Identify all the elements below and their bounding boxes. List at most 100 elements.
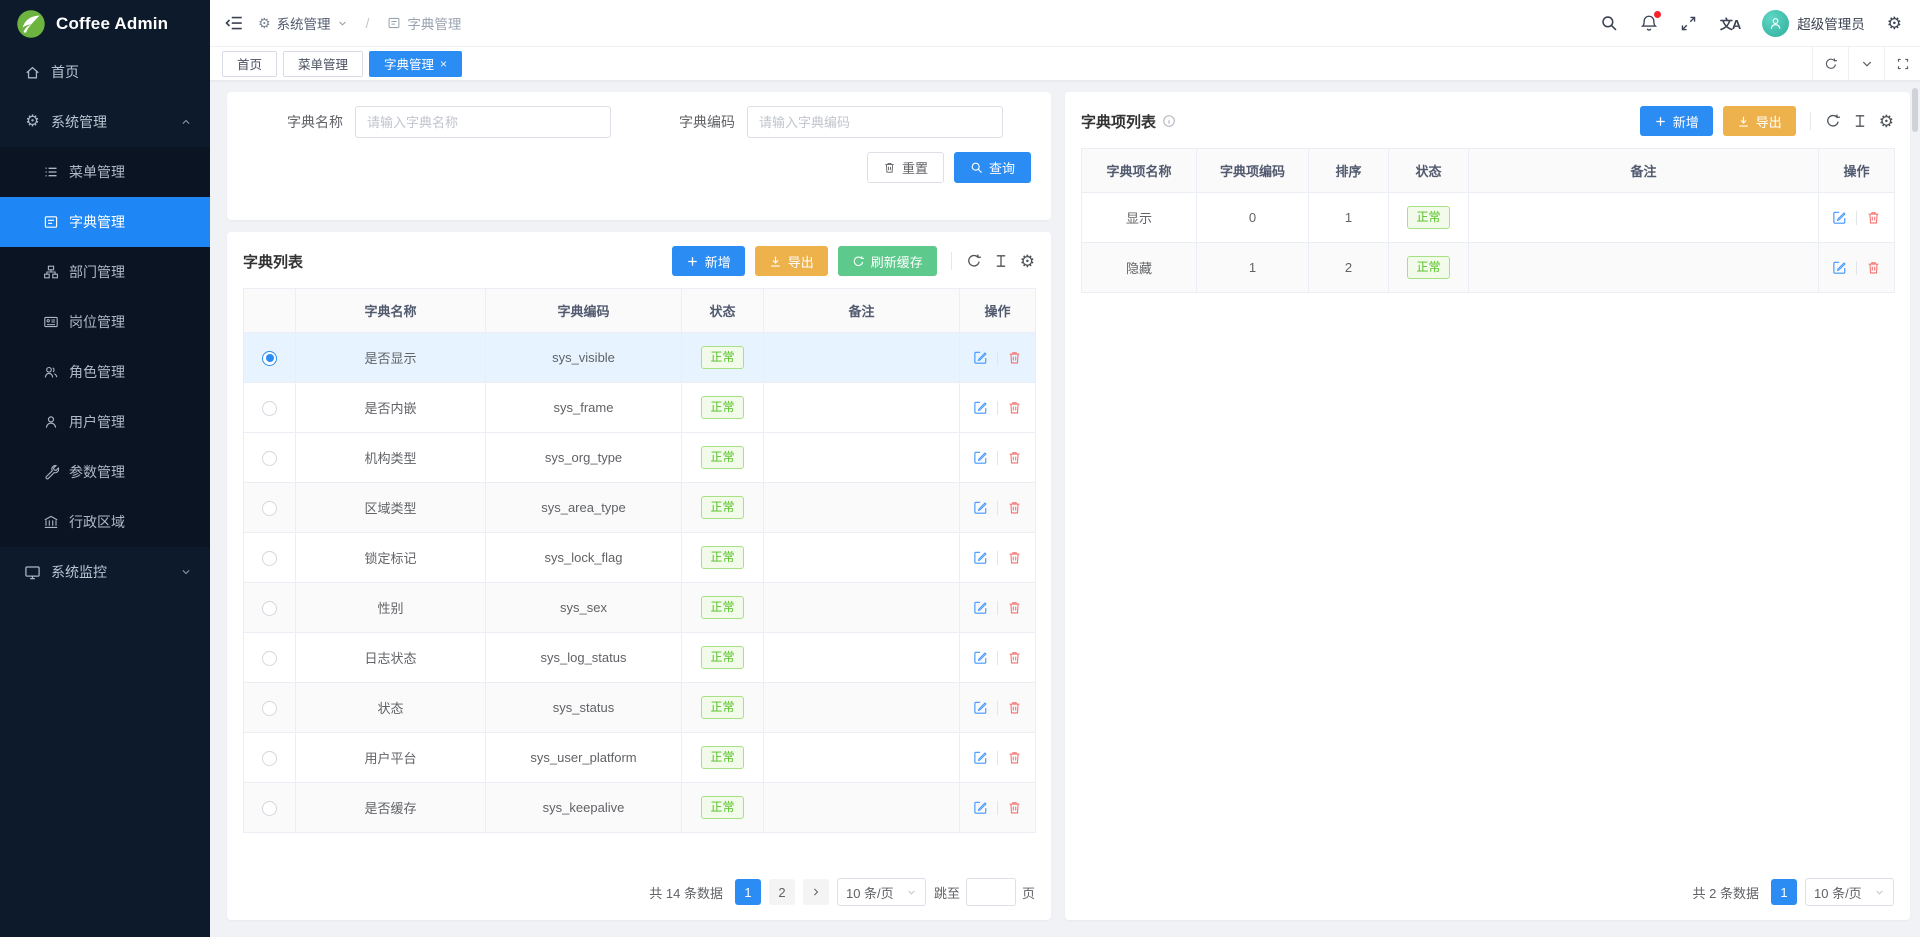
export-button[interactable]: 导出	[755, 246, 828, 276]
reset-button[interactable]: 重置	[867, 152, 944, 183]
delete-icon[interactable]	[1007, 450, 1022, 465]
sidebar-item-dept-management[interactable]: 部门管理	[0, 247, 210, 297]
table-row[interactable]: 状态 sys_status 正常	[244, 683, 1036, 733]
sidebar-item-system-management[interactable]: ⚙ 系统管理	[0, 97, 210, 147]
delete-icon[interactable]	[1007, 750, 1022, 765]
row-radio[interactable]	[262, 401, 277, 416]
edit-icon[interactable]	[1832, 210, 1847, 225]
edit-icon[interactable]	[973, 800, 988, 815]
row-radio[interactable]	[262, 501, 277, 516]
delete-icon[interactable]	[1007, 700, 1022, 715]
table-row[interactable]: 是否缓存 sys_keepalive 正常	[244, 783, 1036, 833]
add-item-button[interactable]: 新增	[1640, 106, 1713, 136]
page-button-1[interactable]: 1	[735, 879, 761, 905]
delete-icon[interactable]	[1866, 260, 1881, 275]
edit-icon[interactable]	[1832, 260, 1847, 275]
delete-icon[interactable]	[1007, 600, 1022, 615]
window-scrollbar-thumb[interactable]	[1912, 88, 1918, 132]
item-name-cell: 显示	[1082, 193, 1197, 243]
column-settings-gear-icon[interactable]: ⚙	[1879, 113, 1894, 130]
page-size-select[interactable]: 10 条/页	[837, 878, 926, 906]
sidebar-item-param-management[interactable]: 参数管理	[0, 447, 210, 497]
table-refresh-icon[interactable]	[966, 253, 983, 270]
row-radio[interactable]	[262, 801, 277, 816]
table-row[interactable]: 性别 sys_sex 正常	[244, 583, 1036, 633]
delete-icon[interactable]	[1007, 400, 1022, 415]
query-button[interactable]: 查询	[954, 152, 1031, 183]
delete-icon[interactable]	[1866, 210, 1881, 225]
breadcrumb-system[interactable]: ⚙ 系统管理	[258, 13, 348, 33]
edit-icon[interactable]	[973, 350, 988, 365]
notification-bell-icon[interactable]	[1640, 14, 1658, 32]
row-height-icon[interactable]	[1852, 113, 1869, 130]
table-row[interactable]: 显示 0 1 正常	[1082, 193, 1895, 243]
column-settings-gear-icon[interactable]: ⚙	[1020, 253, 1035, 270]
row-radio[interactable]	[262, 551, 277, 566]
sidebar-item-dict-management[interactable]: 字典管理	[0, 197, 210, 247]
edit-icon[interactable]	[973, 650, 988, 665]
delete-icon[interactable]	[1007, 650, 1022, 665]
row-height-icon[interactable]	[993, 253, 1010, 270]
plus-icon	[686, 255, 699, 268]
search-icon[interactable]	[1600, 14, 1618, 32]
dict-code-cell: sys_user_platform	[486, 733, 682, 783]
export-items-button[interactable]: 导出	[1723, 106, 1796, 136]
sidebar-item-post-management[interactable]: 岗位管理	[0, 297, 210, 347]
jump-page-input[interactable]	[966, 878, 1016, 906]
row-radio[interactable]	[262, 651, 277, 666]
edit-icon[interactable]	[973, 600, 988, 615]
edit-icon[interactable]	[973, 750, 988, 765]
refresh-cache-button[interactable]: 刷新缓存	[838, 246, 937, 276]
settings-gear-icon[interactable]: ⚙	[1887, 15, 1902, 32]
delete-icon[interactable]	[1007, 550, 1022, 565]
dict-code-cell: sys_keepalive	[486, 783, 682, 833]
page-size-select[interactable]: 10 条/页	[1805, 878, 1894, 906]
add-button[interactable]: 新增	[672, 246, 745, 276]
table-row[interactable]: 是否显示 sys_visible 正常	[244, 333, 1036, 383]
table-row[interactable]: 区域类型 sys_area_type 正常	[244, 483, 1036, 533]
dict-name-input[interactable]	[355, 106, 611, 138]
page-button-1[interactable]: 1	[1771, 879, 1797, 905]
table-row[interactable]: 是否内嵌 sys_frame 正常	[244, 383, 1036, 433]
tab-refresh-icon[interactable]	[1812, 47, 1848, 80]
sidebar-item-role-management[interactable]: 角色管理	[0, 347, 210, 397]
table-row[interactable]: 锁定标记 sys_lock_flag 正常	[244, 533, 1036, 583]
tab-menu-management[interactable]: 菜单管理	[283, 51, 363, 77]
fullscreen-icon[interactable]	[1680, 14, 1698, 32]
edit-icon[interactable]	[973, 550, 988, 565]
edit-icon[interactable]	[973, 450, 988, 465]
next-page-button[interactable]	[803, 879, 829, 905]
user-menu[interactable]: 超级管理员	[1762, 10, 1865, 37]
page-button-2[interactable]: 2	[769, 879, 795, 905]
delete-icon[interactable]	[1007, 350, 1022, 365]
tab-home[interactable]: 首页	[222, 51, 277, 77]
translate-icon[interactable]: 文A	[1720, 14, 1740, 33]
edit-icon[interactable]	[973, 400, 988, 415]
delete-icon[interactable]	[1007, 500, 1022, 515]
sidebar-item-menu-management[interactable]: 菜单管理	[0, 147, 210, 197]
row-radio[interactable]	[262, 451, 277, 466]
sidebar-item-home[interactable]: 首页	[0, 47, 210, 97]
row-radio[interactable]	[262, 751, 277, 766]
sidebar-item-system-monitor[interactable]: 系统监控	[0, 547, 210, 597]
sidebar-item-user-management[interactable]: 用户管理	[0, 397, 210, 447]
edit-icon[interactable]	[973, 700, 988, 715]
table-row[interactable]: 日志状态 sys_log_status 正常	[244, 633, 1036, 683]
table-row[interactable]: 隐藏 1 2 正常	[1082, 243, 1895, 293]
table-row[interactable]: 用户平台 sys_user_platform 正常	[244, 733, 1036, 783]
sidebar-item-admin-region[interactable]: 行政区域	[0, 497, 210, 547]
tab-maximize-icon[interactable]	[1884, 47, 1920, 80]
sidebar-collapse-icon[interactable]	[224, 13, 244, 33]
dict-code-input[interactable]	[747, 106, 1003, 138]
tab-dict-management[interactable]: 字典管理 ×	[369, 51, 462, 77]
delete-icon[interactable]	[1007, 800, 1022, 815]
close-icon[interactable]: ×	[440, 58, 447, 70]
edit-icon[interactable]	[973, 500, 988, 515]
tab-dropdown-chevron-icon[interactable]	[1848, 47, 1884, 80]
table-row[interactable]: 机构类型 sys_org_type 正常	[244, 433, 1036, 483]
table-refresh-icon[interactable]	[1825, 113, 1842, 130]
app-logo[interactable]: Coffee Admin	[0, 0, 210, 47]
row-radio[interactable]	[262, 351, 277, 366]
row-radio[interactable]	[262, 601, 277, 616]
row-radio[interactable]	[262, 701, 277, 716]
